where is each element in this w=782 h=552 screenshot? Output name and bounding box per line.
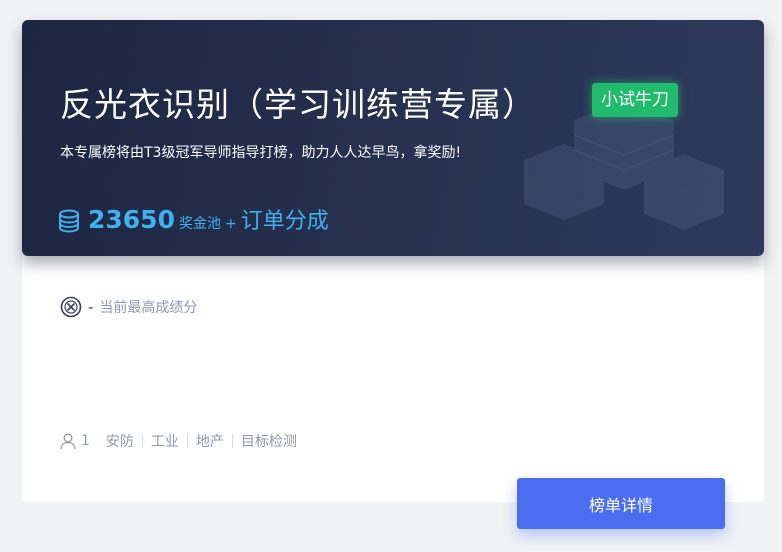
leaderboard-subtitle: 本专属榜将由T3级冠军导师指导打榜，助力人人达早鸟，拿奖励! bbox=[60, 145, 462, 161]
tag-industry: 工业 bbox=[150, 434, 179, 450]
tag-divider bbox=[231, 434, 233, 448]
participant-count: 1 bbox=[81, 433, 90, 449]
best-score-label: 当前最高成绩分 bbox=[99, 300, 198, 316]
prize-amount: 23650 bbox=[88, 205, 175, 234]
leaderboard-card-page: 反光衣识别（学习训练营专属） 小试牛刀 本专属榜将由T3级冠军导师指导打榜，助力… bbox=[0, 0, 782, 552]
best-score: - 当前最高成绩分 bbox=[60, 296, 197, 318]
order-share-label: 订单分成 bbox=[240, 209, 329, 234]
prize-pool: 23650 奖金池 + 订单分成 bbox=[58, 203, 329, 239]
leaderboard-meta: 1 安防 工业 地产 目标检测 bbox=[60, 431, 297, 451]
tag-object-detection: 目标检测 bbox=[240, 434, 297, 450]
no-score-icon bbox=[60, 296, 82, 318]
leaderboard-detail-button[interactable]: 榜单详情 bbox=[517, 478, 725, 529]
best-score-value: - bbox=[88, 298, 94, 316]
leaderboard-title: 反光衣识别（学习训练营专属） bbox=[60, 85, 536, 124]
level-badge: 小试牛刀 bbox=[592, 83, 678, 117]
coins-icon bbox=[59, 209, 79, 233]
prize-pool-label: 奖金池 bbox=[178, 216, 221, 232]
user-icon bbox=[60, 433, 76, 449]
tag-security: 安防 bbox=[105, 434, 134, 450]
prize-plus: + bbox=[224, 216, 237, 232]
tag-divider bbox=[186, 434, 188, 448]
tag-divider bbox=[141, 434, 143, 448]
leaderboard-banner: 反光衣识别（学习训练营专属） 小试牛刀 本专属榜将由T3级冠军导师指导打榜，助力… bbox=[22, 20, 764, 256]
tag-real-estate: 地产 bbox=[195, 434, 224, 450]
